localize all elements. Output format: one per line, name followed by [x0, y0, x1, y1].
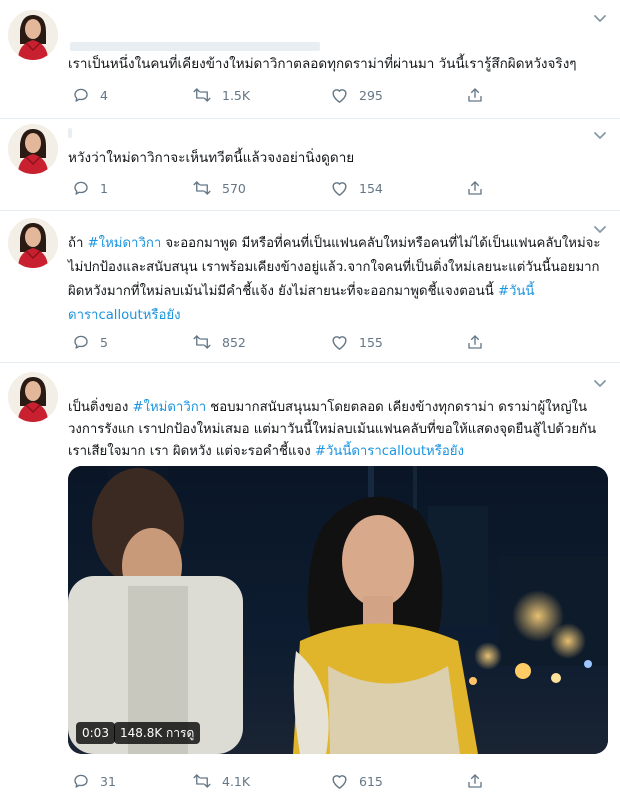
- retweet-button[interactable]: 4.1K: [192, 771, 250, 791]
- like-button[interactable]: 615: [330, 771, 383, 791]
- like-count: 615: [359, 773, 383, 789]
- tweet-text-segment: เป็นติ่งของ: [68, 400, 133, 415]
- video-player[interactable]: 0:03 148.8K การดู: [68, 466, 608, 754]
- tweet: เป็นติ่งของ #ใหม่ดาวิกา ชอบมากสนับสนุนมา…: [0, 0, 620, 793]
- chevron-down-icon[interactable]: [592, 378, 608, 390]
- reply-count: 31: [100, 773, 116, 789]
- video-frame: [68, 466, 608, 754]
- like-icon: [330, 772, 349, 790]
- avatar[interactable]: [8, 372, 58, 422]
- tweet-text: เป็นติ่งของ #ใหม่ดาวิกา ชอบมากสนับสนุนมา…: [68, 397, 608, 463]
- hashtag-link[interactable]: #วันนี้ดาราcalloutหรือยัง: [315, 444, 464, 459]
- tweet-actions: 31 4.1K 615: [68, 771, 498, 791]
- share-icon: [466, 772, 484, 790]
- video-time-badge: 0:03: [76, 722, 115, 744]
- reply-button[interactable]: 31: [72, 771, 116, 791]
- retweet-icon: [192, 772, 212, 790]
- share-button[interactable]: [466, 771, 484, 791]
- video-views-badge: 148.8K การดู: [114, 722, 201, 744]
- reply-icon: [72, 772, 90, 790]
- hashtag-link[interactable]: #ใหม่ดาวิกา: [132, 400, 206, 415]
- retweet-count: 4.1K: [222, 773, 251, 789]
